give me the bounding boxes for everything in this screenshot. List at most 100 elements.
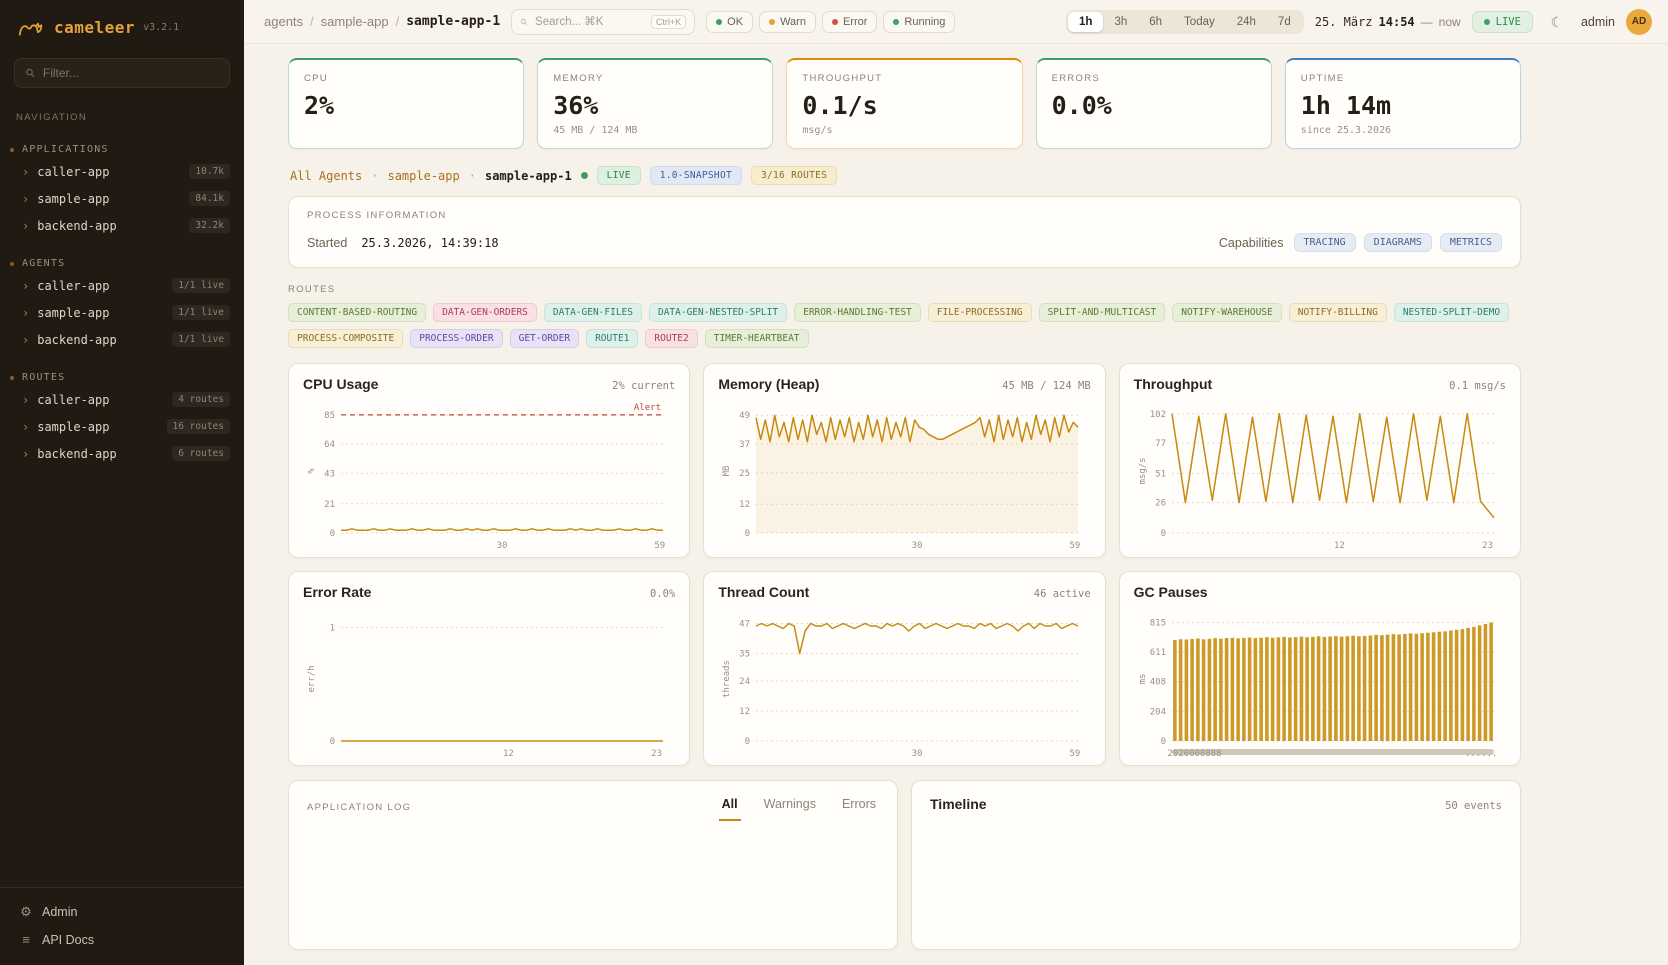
routes-section-title: ROUTES [288, 284, 1521, 295]
section-bullet-icon [10, 148, 14, 152]
route-chip-file-processing[interactable]: FILE-PROCESSING [928, 303, 1032, 322]
agent-badge-live[interactable]: LIVE [597, 166, 641, 185]
route-chip-process-composite[interactable]: PROCESS-COMPOSITE [288, 329, 403, 348]
route-chip-content-based-routing[interactable]: CONTENT-BASED-ROUTING [288, 303, 426, 322]
sidebar-item-agents-backend-app[interactable]: ›backend-app1/1 live [0, 326, 244, 353]
live-indicator[interactable]: LIVE [1472, 11, 1533, 33]
log-tab-all[interactable]: All [719, 793, 741, 821]
date-time: 14:54 [1379, 15, 1415, 29]
sidebar-item-agents-sample-app[interactable]: ›sample-app1/1 live [0, 299, 244, 326]
date-now: now [1439, 15, 1461, 29]
sidebar-item-applications-caller-app[interactable]: ›caller-app10.7k [0, 158, 244, 185]
breadcrumb-separator: / [310, 14, 314, 29]
date-range[interactable]: 25. März 14:54 — now [1315, 15, 1461, 29]
agent-crumb-all-agents[interactable]: All Agents [290, 169, 362, 183]
time-range-3h[interactable]: 3h [1103, 12, 1138, 32]
breadcrumb-item-sample-app[interactable]: sample-app [321, 14, 389, 29]
route-chip-notify-warehouse[interactable]: NOTIFY-WAREHOUSE [1172, 303, 1282, 322]
chart-title: Throughput [1134, 376, 1213, 392]
time-range-6h[interactable]: 6h [1138, 12, 1173, 32]
agent-badge-1-0-snapshot[interactable]: 1.0-SNAPSHOT [650, 166, 742, 185]
chart-card-memory: Memory (Heap) 45 MB / 124 MB 01225374930… [703, 363, 1105, 558]
route-chip-data-gen-files[interactable]: DATA-GEN-FILES [544, 303, 642, 322]
chart-title: Memory (Heap) [718, 376, 819, 392]
route-chip-error-handling-test[interactable]: ERROR-HANDLING-TEST [794, 303, 921, 322]
capability-chips: TRACING DIAGRAMS METRICS [1294, 233, 1502, 252]
agent-crumb-sample-app[interactable]: sample-app [387, 169, 459, 183]
sidebar-item-routes-sample-app[interactable]: ›sample-app16 routes [0, 413, 244, 440]
sidebar-footer: ⚙Admin≡API Docs [0, 887, 244, 965]
route-chip-split-and-multicast[interactable]: SPLIT-AND-MULTICAST [1039, 303, 1166, 322]
sidebar-item-badge: 6 routes [172, 446, 230, 461]
avatar[interactable]: AD [1626, 9, 1652, 35]
status-filter-label: OK [727, 16, 743, 28]
route-chip-route2[interactable]: ROUTE2 [645, 329, 697, 348]
chart-meta: 0.1 msg/s [1449, 380, 1506, 392]
capability-chip-tracing[interactable]: TRACING [1294, 233, 1356, 252]
agent-current-name: sample-app-1 [485, 169, 572, 183]
chart-plot: 0122435473059threads [718, 604, 1090, 759]
breadcrumb-item-agents[interactable]: agents [264, 14, 303, 29]
svg-text:Alert: Alert [634, 403, 661, 413]
breadcrumb-item-sample-app-1[interactable]: sample-app-1 [406, 14, 500, 29]
capability-chip-diagrams[interactable]: DIAGRAMS [1364, 233, 1432, 252]
route-chip-route1[interactable]: ROUTE1 [586, 329, 638, 348]
svg-text:43: 43 [324, 469, 335, 479]
timeline-header: Timeline 50 events [930, 796, 1502, 812]
cameleer-logo-icon [16, 14, 46, 40]
sidebar-item-applications-sample-app[interactable]: ›sample-app84.1k [0, 185, 244, 212]
sidebar-item-badge: 16 routes [167, 419, 230, 434]
svg-text:12: 12 [739, 500, 750, 510]
log-tab-errors[interactable]: Errors [839, 793, 879, 821]
sidebar-footer-api-docs[interactable]: ≡API Docs [0, 926, 244, 953]
sidebar-item-routes-caller-app[interactable]: ›caller-app4 routes [0, 386, 244, 413]
chart-canvas-gc: 02044086118152020000888......ms [1134, 604, 1506, 759]
stat-value: 0.1/s [802, 91, 1006, 120]
status-filter-error[interactable]: Error [822, 11, 877, 33]
gear-icon: ⚙ [18, 904, 34, 920]
search-icon [25, 67, 36, 79]
route-chip-notify-billing[interactable]: NOTIFY-BILLING [1289, 303, 1387, 322]
sidebar-filter[interactable] [14, 58, 230, 88]
application-log-header: APPLICATION LOG AllWarningsErrors [307, 793, 879, 821]
status-filter-running[interactable]: Running [883, 11, 955, 33]
chart-card-cpu: CPU Usage 2% current 0214364853059%Alert [288, 363, 690, 558]
time-range-today[interactable]: Today [1173, 12, 1226, 32]
agent-badge-3-16-routes[interactable]: 3/16 ROUTES [751, 166, 837, 185]
sidebar-footer-admin[interactable]: ⚙Admin [0, 898, 244, 926]
svg-text:102: 102 [1149, 410, 1165, 420]
svg-text:0: 0 [745, 737, 750, 747]
stat-card-cpu: CPU 2% [288, 58, 524, 149]
search-icon [520, 16, 528, 28]
svg-text:59: 59 [654, 541, 665, 551]
chart-card-threads: Thread Count 46 active 0122435473059thre… [703, 571, 1105, 766]
filter-input[interactable] [43, 66, 219, 80]
status-filter-warn[interactable]: Warn [759, 11, 816, 33]
sidebar-item-agents-caller-app[interactable]: ›caller-app1/1 live [0, 272, 244, 299]
svg-text:30: 30 [912, 541, 923, 551]
route-chip-nested-split-demo[interactable]: NESTED-SPLIT-DEMO [1394, 303, 1509, 322]
search-input[interactable] [535, 16, 644, 28]
status-filter-ok[interactable]: OK [706, 11, 753, 33]
chart-plot: 02651771021223msg/s [1134, 396, 1506, 551]
capabilities-group: Capabilities TRACINGDIAGRAMSMETRICS [1219, 233, 1502, 252]
capability-chip-metrics[interactable]: METRICS [1440, 233, 1502, 252]
dark-mode-toggle[interactable]: ☾ [1544, 9, 1570, 35]
sidebar-item-label: sample-app [37, 192, 109, 206]
list-icon: ≡ [18, 932, 34, 947]
stat-label: CPU [304, 73, 508, 84]
time-range-24h[interactable]: 24h [1226, 12, 1267, 32]
sidebar-item-applications-backend-app[interactable]: ›backend-app32.2k [0, 212, 244, 239]
time-range-7d[interactable]: 7d [1267, 12, 1302, 32]
svg-text:30: 30 [912, 749, 923, 759]
sidebar-item-routes-backend-app[interactable]: ›backend-app6 routes [0, 440, 244, 467]
log-tab-warnings[interactable]: Warnings [761, 793, 819, 821]
route-chip-process-order[interactable]: PROCESS-ORDER [410, 329, 502, 348]
stat-label: ERRORS [1052, 73, 1256, 84]
time-range-1h[interactable]: 1h [1068, 12, 1103, 32]
route-chip-data-gen-nested-split[interactable]: DATA-GEN-NESTED-SPLIT [649, 303, 787, 322]
global-search[interactable]: Ctrl+K [511, 9, 695, 35]
route-chip-timer-heartbeat[interactable]: TIMER-HEARTBEAT [705, 329, 809, 348]
route-chip-data-gen-orders[interactable]: DATA-GEN-ORDERS [433, 303, 537, 322]
route-chip-get-order[interactable]: GET-ORDER [510, 329, 579, 348]
